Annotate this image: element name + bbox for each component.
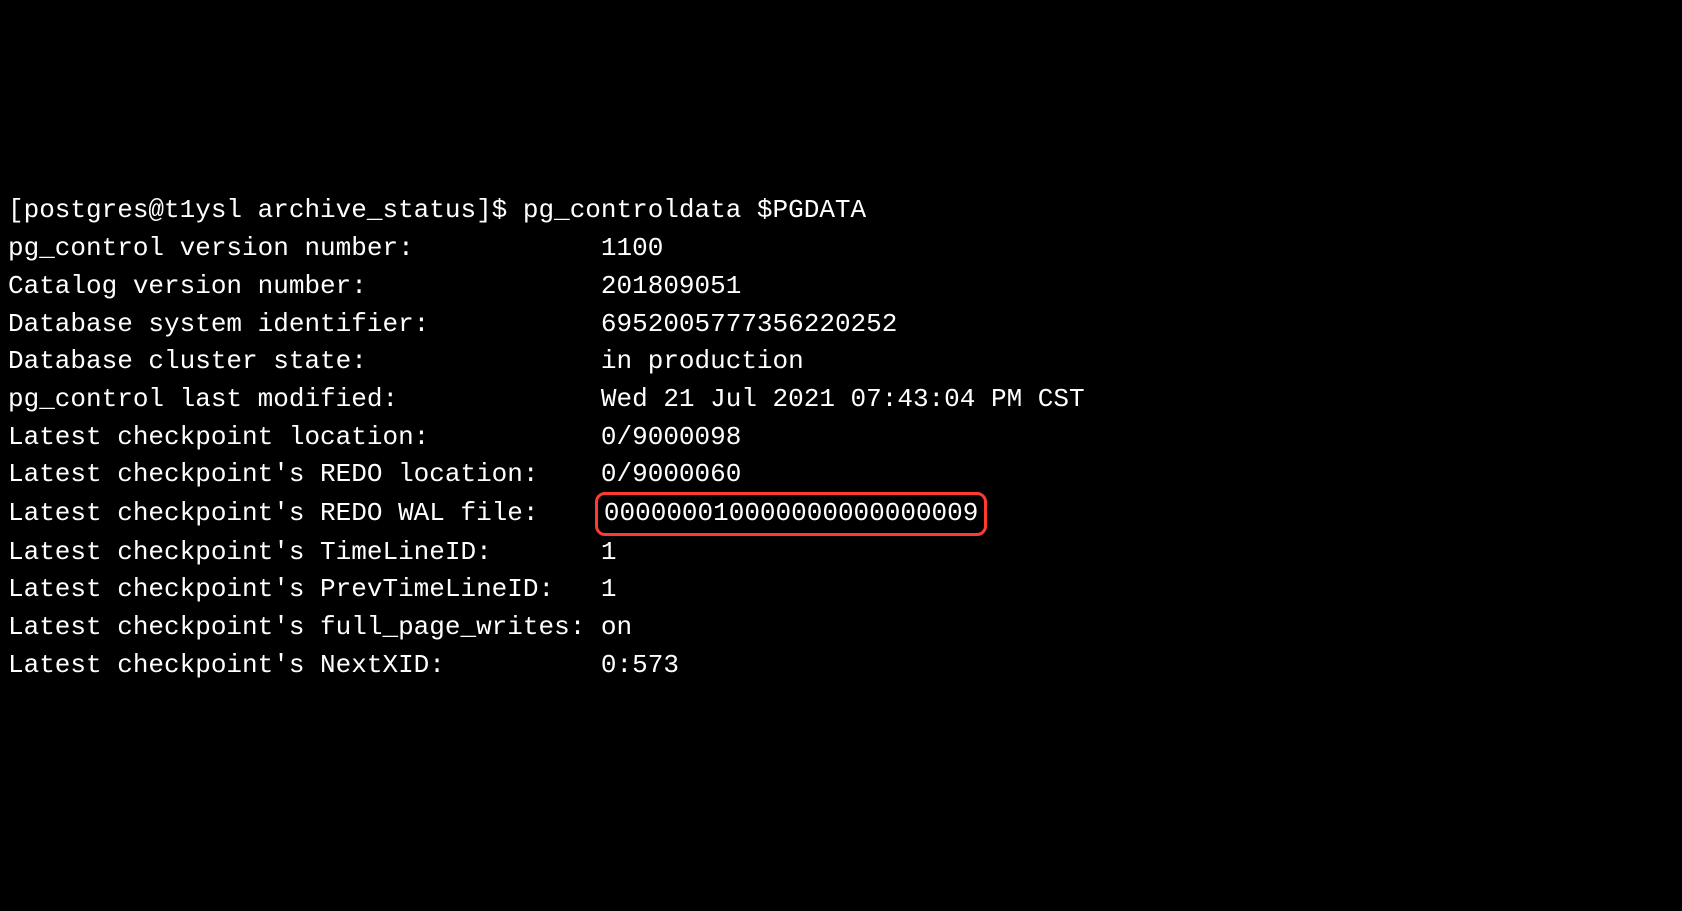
output-value: 1 (601, 537, 617, 567)
output-label: Latest checkpoint's full_page_writes: (8, 612, 601, 642)
highlighted-value: 000000010000000000000009 (595, 492, 987, 536)
output-label: Catalog version number: (8, 271, 601, 301)
output-line: Latest checkpoint's NextXID: 0:573 (8, 647, 1674, 685)
output-line: Latest checkpoint's TimeLineID: 1 (8, 534, 1674, 572)
output-label: Database cluster state: (8, 346, 601, 376)
output-line: Catalog version number: 201809051 (8, 268, 1674, 306)
output-value: Wed 21 Jul 2021 07:43:04 PM CST (601, 384, 1085, 414)
terminal-output: [postgres@t1ysl archive_status]$ pg_cont… (8, 155, 1674, 722)
output-line: Latest checkpoint's REDO location: 0/900… (8, 456, 1674, 494)
output-value: in production (601, 346, 804, 376)
output-value: 0/9000060 (601, 459, 741, 489)
output-label: pg_control last modified: (8, 384, 601, 414)
output-value: 201809051 (601, 271, 741, 301)
output-value: on (601, 612, 632, 642)
output-value: 6952005777356220252 (601, 309, 897, 339)
output-label: Latest checkpoint's TimeLineID: (8, 537, 601, 567)
output-label: Database system identifier: (8, 309, 601, 339)
output-label: Latest checkpoint's NextXID: (8, 650, 601, 680)
output-line: pg_control last modified: Wed 21 Jul 202… (8, 381, 1674, 419)
output-value: 0:573 (601, 650, 679, 680)
output-label: Latest checkpoint's PrevTimeLineID: (8, 574, 601, 604)
output-line: Latest checkpoint's PrevTimeLineID: 1 (8, 571, 1674, 609)
output-line: pg_control version number: 1100 (8, 230, 1674, 268)
output-label: pg_control version number: (8, 233, 601, 263)
output-label: Latest checkpoint location: (8, 422, 601, 452)
output-line: Latest checkpoint's full_page_writes: on (8, 609, 1674, 647)
output-container: pg_control version number: 1100Catalog v… (8, 230, 1674, 684)
output-label: Latest checkpoint's REDO WAL file: (8, 498, 601, 528)
output-line: Database system identifier: 695200577735… (8, 306, 1674, 344)
output-line: Latest checkpoint's REDO WAL file: 00000… (8, 494, 1674, 534)
command-prompt[interactable]: [postgres@t1ysl archive_status]$ pg_cont… (8, 192, 1674, 230)
output-value: 1 (601, 574, 617, 604)
output-label: Latest checkpoint's REDO location: (8, 459, 601, 489)
output-value: 1100 (601, 233, 663, 263)
output-line: Database cluster state: in production (8, 343, 1674, 381)
output-value: 0/9000098 (601, 422, 741, 452)
output-line: Latest checkpoint location: 0/9000098 (8, 419, 1674, 457)
